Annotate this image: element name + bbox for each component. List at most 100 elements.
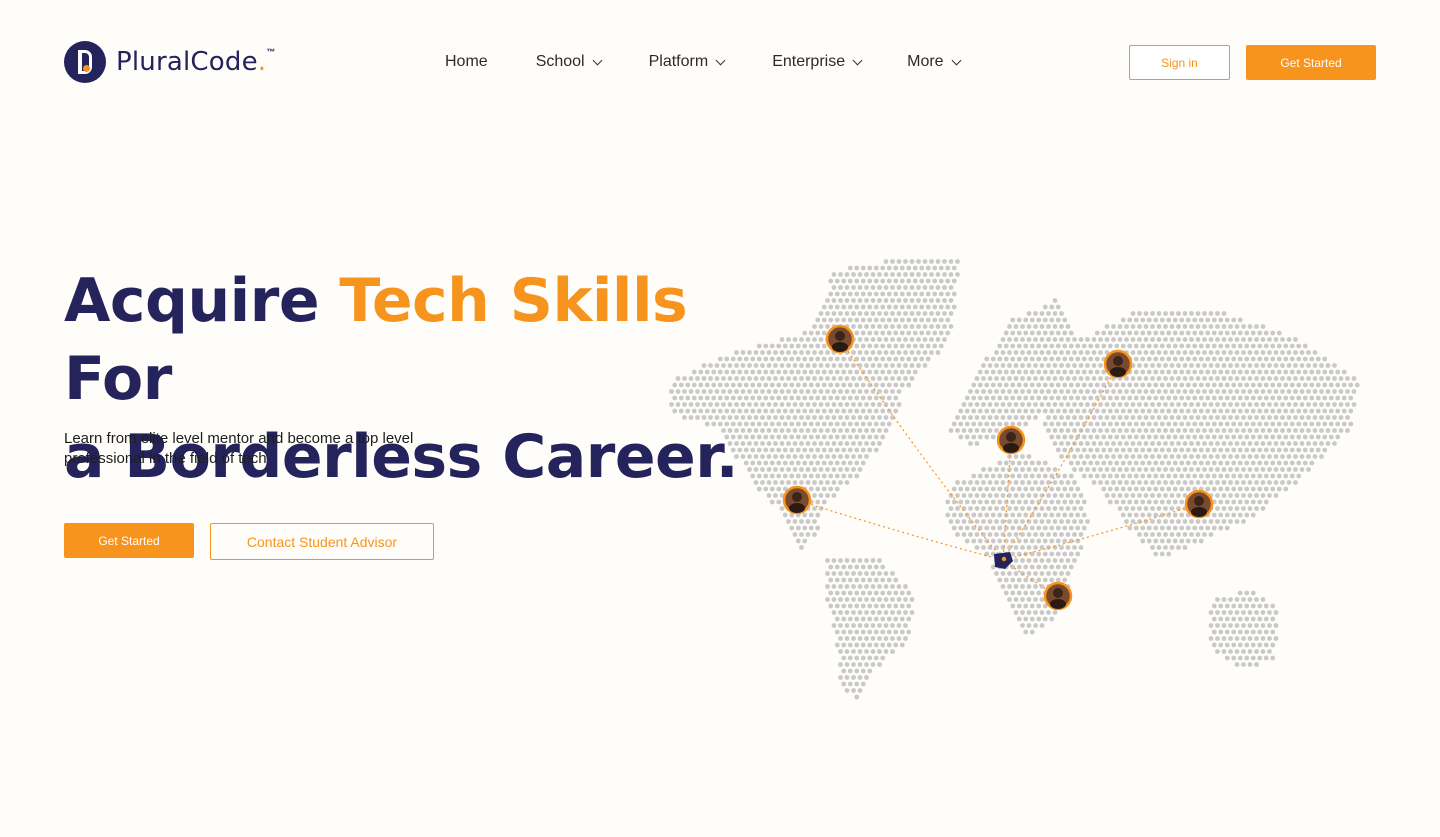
map-dot	[1052, 493, 1058, 498]
map-dot	[877, 415, 882, 420]
map-dot	[1215, 311, 1220, 316]
map-dot	[821, 408, 827, 414]
map-dot	[1062, 447, 1068, 453]
map-dot	[799, 350, 804, 355]
map-dot	[828, 317, 834, 323]
map-dot	[1133, 447, 1139, 453]
map-dot	[1104, 441, 1110, 446]
map-dot	[1257, 499, 1263, 505]
map-dot	[1098, 480, 1103, 485]
map-dot	[1055, 343, 1061, 349]
map-dot	[1241, 597, 1246, 602]
map-dot	[802, 421, 808, 427]
map-dot	[873, 382, 879, 388]
map-dot	[1120, 512, 1126, 518]
map-dot	[851, 467, 856, 472]
nav-item-home[interactable]: Home	[445, 53, 488, 71]
map-dot	[964, 525, 970, 531]
map-dot	[968, 428, 973, 433]
map-dot	[1150, 493, 1155, 498]
nav-item-enterprise[interactable]: Enterprise	[772, 53, 863, 71]
map-dot	[1150, 350, 1155, 355]
map-dot	[1133, 460, 1139, 466]
map-dot	[838, 636, 843, 641]
map-dot	[847, 304, 853, 310]
map-dot	[1237, 460, 1243, 466]
map-dot	[1289, 421, 1295, 427]
map-dot	[821, 473, 827, 479]
map-dot	[1283, 356, 1289, 362]
map-dot	[1013, 454, 1019, 459]
map-dot	[737, 421, 743, 427]
get-started-header-button[interactable]: Get Started	[1246, 45, 1376, 80]
nav-item-more[interactable]: More	[907, 53, 962, 71]
logo-mark-icon	[64, 41, 106, 83]
map-dot	[1270, 616, 1276, 622]
map-dot	[1153, 317, 1159, 323]
map-dot	[919, 278, 925, 284]
map-dot	[1189, 337, 1194, 342]
nav-item-platform[interactable]: Platform	[649, 53, 726, 71]
map-dot	[903, 337, 908, 342]
map-dot	[997, 382, 1003, 388]
map-dot	[1023, 317, 1029, 323]
sign-in-button[interactable]: Sign in	[1129, 45, 1230, 80]
map-dot	[1351, 402, 1357, 407]
map-dot	[756, 447, 762, 453]
map-dot	[701, 402, 707, 407]
map-dot	[977, 538, 983, 544]
map-dot	[812, 350, 817, 355]
map-dot	[1137, 428, 1142, 433]
map-dot	[854, 265, 860, 271]
map-dot	[1059, 324, 1064, 329]
map-dot	[925, 291, 931, 297]
map-dot	[1140, 486, 1146, 492]
map-dot	[893, 616, 899, 622]
map-dot	[1059, 532, 1064, 537]
map-dot	[750, 460, 756, 466]
nav-item-school[interactable]: School	[536, 53, 603, 71]
map-dot	[1228, 337, 1233, 342]
map-dot	[1117, 337, 1123, 342]
pluralcode-logo[interactable]: PluralCode. ™	[64, 41, 275, 83]
map-dot	[1052, 558, 1058, 563]
map-dot	[1059, 454, 1064, 459]
map-dot	[1237, 330, 1243, 336]
map-dot	[1208, 376, 1214, 381]
map-dot	[977, 512, 983, 518]
map-dot	[831, 571, 837, 576]
map-dot	[906, 304, 912, 310]
map-dot	[1016, 590, 1022, 596]
map-dot	[685, 408, 691, 414]
contact-student-advisor-button[interactable]: Contact Student Advisor	[210, 523, 434, 560]
map-dot	[886, 590, 892, 596]
map-dot	[890, 324, 895, 329]
get-started-button[interactable]: Get Started	[64, 523, 194, 558]
map-dot	[893, 629, 899, 635]
map-dot	[847, 681, 853, 687]
map-dot	[1244, 655, 1250, 661]
map-dot	[1237, 590, 1243, 596]
map-dot	[1182, 545, 1188, 550]
map-dot	[1286, 428, 1292, 433]
map-dot	[847, 291, 853, 297]
map-dot	[1260, 324, 1266, 329]
map-dot	[708, 389, 713, 394]
map-dot	[1224, 655, 1230, 661]
map-dot	[1241, 389, 1246, 394]
map-dot	[773, 389, 778, 394]
map-dot	[1195, 441, 1201, 446]
map-dot	[1211, 369, 1217, 375]
map-dot	[1068, 564, 1074, 570]
map-dot	[968, 493, 973, 498]
map-dot	[1143, 506, 1149, 511]
map-dot	[1338, 389, 1344, 394]
map-dot	[1020, 376, 1025, 381]
map-dot	[1273, 493, 1279, 498]
map-dot	[1107, 499, 1113, 505]
map-dot	[932, 317, 938, 323]
map-dot	[1280, 428, 1285, 433]
map-dot	[903, 623, 908, 628]
map-dot	[688, 415, 694, 420]
map-dot	[1036, 330, 1042, 336]
